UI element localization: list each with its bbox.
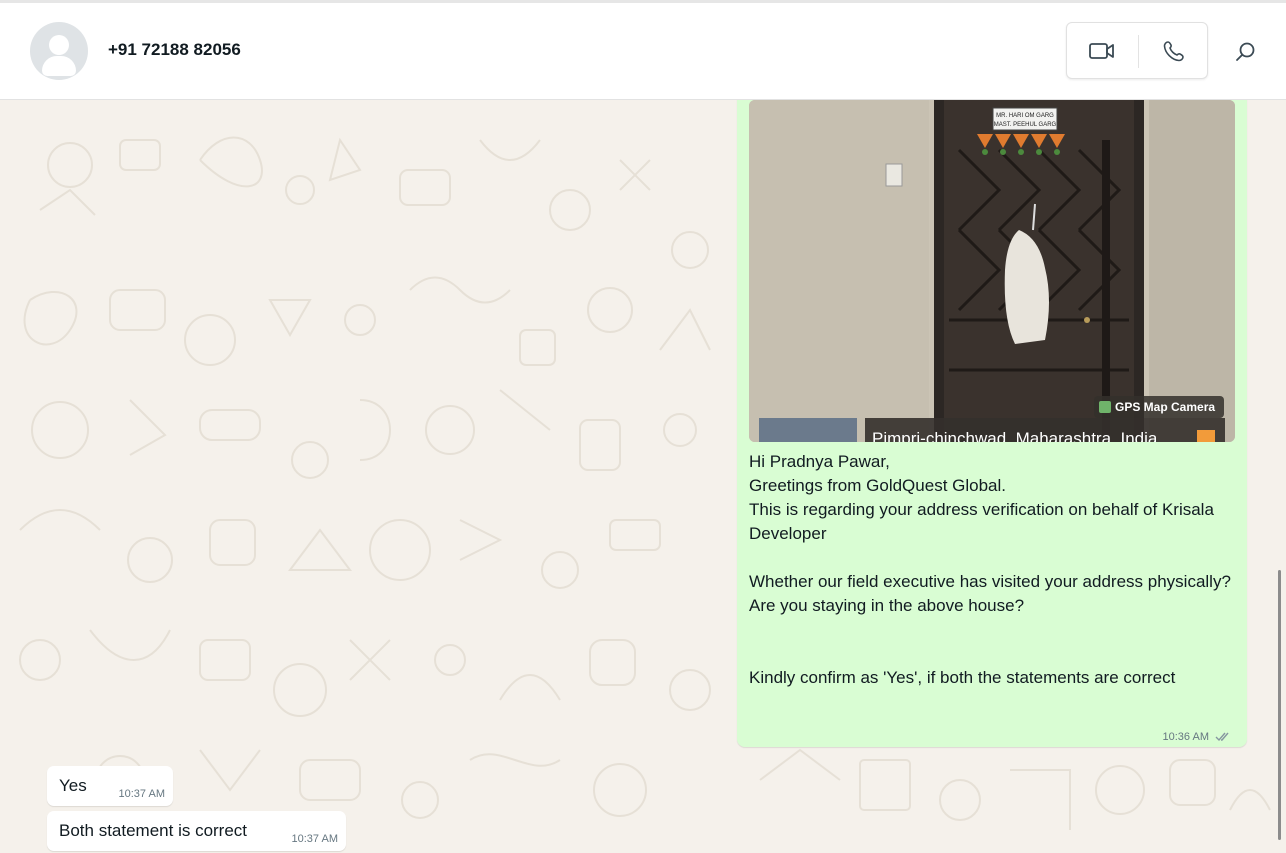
video-camera-icon: [1089, 43, 1114, 59]
video-call-button[interactable]: [1067, 23, 1137, 79]
outgoing-message-text: Hi Pradnya Pawar, Greetings from GoldQue…: [749, 452, 1231, 687]
incoming-message-time: 10:37 AM: [291, 833, 338, 845]
chat-scrollbar[interactable]: [1278, 570, 1281, 840]
voice-call-button[interactable]: [1139, 23, 1209, 79]
photo-sign-line2: MAST. PEEHUL GARG: [994, 122, 1057, 128]
contact-name[interactable]: +91 72188 82056: [108, 40, 241, 60]
message-photo[interactable]: MR. HARI OM GARG MAST. PEEHUL GARG GPS M…: [749, 100, 1235, 442]
photo-caption: GPS Map Camera: [1115, 400, 1215, 414]
outgoing-message-meta: 10:36 AM: [1163, 731, 1231, 743]
door-photo-illustration: MR. HARI OM GARG MAST. PEEHUL GARG GPS M…: [749, 100, 1235, 442]
avatar-head-shape: [49, 35, 69, 55]
incoming-message-bubble[interactable]: Both statement is correct 10:37 AM: [47, 811, 346, 851]
double-check-icon: [1215, 732, 1229, 742]
search-icon: [1236, 42, 1255, 61]
incoming-message-time: 10:37 AM: [118, 788, 165, 800]
contact-avatar[interactable]: [30, 22, 88, 80]
outgoing-message-time: 10:36 AM: [1162, 731, 1209, 743]
incoming-message-bubble[interactable]: Yes 10:37 AM: [47, 766, 173, 806]
photo-sign-line1: MR. HARI OM GARG: [996, 113, 1054, 119]
search-button[interactable]: [1230, 37, 1260, 67]
call-button-group: [1066, 22, 1208, 79]
photo-location: Pimpri-chinchwad, Maharashtra, India: [872, 429, 1158, 442]
incoming-message-text: Yes: [59, 776, 87, 795]
chat-header: +91 72188 82056: [0, 3, 1286, 100]
chat-area[interactable]: MR. HARI OM GARG MAST. PEEHUL GARG GPS M…: [0, 100, 1286, 853]
phone-icon: [1163, 41, 1184, 62]
avatar-body-shape: [42, 56, 76, 76]
outgoing-message-bubble[interactable]: MR. HARI OM GARG MAST. PEEHUL GARG GPS M…: [737, 100, 1247, 747]
incoming-message-text: Both statement is correct: [59, 821, 248, 840]
